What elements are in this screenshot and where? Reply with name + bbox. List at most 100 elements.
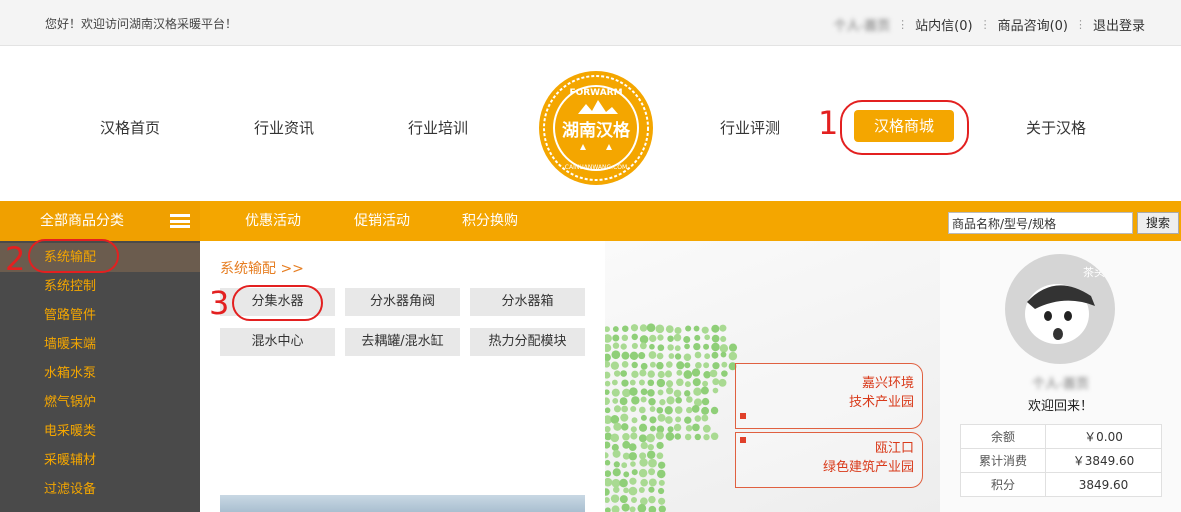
panel-title[interactable]: 系统输配 >> <box>220 258 304 278</box>
callout-jiaxing-line1: 嘉兴环境 <box>861 376 914 391</box>
map-dot <box>605 360 611 368</box>
sidebar-item-filters[interactable]: 过滤设备 <box>0 475 200 504</box>
map-dot <box>711 351 719 359</box>
callout-jiaxing[interactable]: 嘉兴环境 技术产业园 <box>735 363 923 429</box>
sidebar-item-pumps[interactable]: 水箱水泵 <box>0 359 200 388</box>
map-banner[interactable]: 嘉兴环境 技术产业园 瓯江口 绿色建筑产业园 <box>605 241 940 512</box>
map-dot <box>621 379 629 387</box>
map-dot <box>629 477 637 485</box>
avatar-label: 茶头猫 <box>1083 266 1115 279</box>
map-dot <box>605 389 610 395</box>
map-dot <box>639 452 647 460</box>
map-dot <box>693 342 701 351</box>
user-link[interactable]: 个人-首页 <box>833 15 890 34</box>
map-dot <box>673 423 682 432</box>
map-dot <box>668 353 675 359</box>
map-dot <box>692 378 701 387</box>
map-dot <box>728 351 738 361</box>
map-dot <box>657 487 665 495</box>
map-dot <box>637 503 647 512</box>
annotation-ring-2 <box>28 239 119 273</box>
map-dot <box>656 452 664 460</box>
tag-manifold-valve[interactable]: 分水器角阀 <box>345 288 460 316</box>
map-dot <box>646 433 655 443</box>
total-spent-value: ￥3849.60 <box>1045 448 1162 473</box>
map-dot <box>621 360 629 368</box>
map-dot <box>666 396 675 405</box>
user-name[interactable]: 个人-首页 <box>940 373 1181 392</box>
consult-link[interactable]: 商品咨询(0) <box>998 15 1068 34</box>
map-dot <box>640 388 648 396</box>
search-button[interactable]: 搜索 <box>1137 212 1179 234</box>
map-dot <box>605 452 609 459</box>
map-dot <box>621 334 629 342</box>
map-dot <box>657 334 664 341</box>
map-dot <box>631 417 638 424</box>
logout-link[interactable]: 退出登录 <box>1093 15 1145 34</box>
map-dot <box>640 362 648 370</box>
map-dot <box>720 335 727 343</box>
map-dot <box>605 497 610 503</box>
logo-top-text: FORWARM <box>569 88 622 98</box>
map-dot <box>649 343 655 350</box>
nav-review[interactable]: 行业评测 <box>720 117 780 138</box>
map-dot <box>620 413 629 422</box>
sidebar-item-materials[interactable]: 采暖辅材 <box>0 446 200 475</box>
map-dot <box>605 397 610 405</box>
tag-decoupling-tank[interactable]: 去耦罐/混水缸 <box>345 328 460 356</box>
map-dot <box>684 362 691 369</box>
menu-promo[interactable]: 促销活动 <box>354 201 410 241</box>
nav-about[interactable]: 关于汉格 <box>1026 117 1086 138</box>
map-marker <box>740 437 746 443</box>
map-dot <box>631 342 638 349</box>
map-dot <box>628 486 638 496</box>
sidebar-item-electric[interactable]: 电采暖类 <box>0 417 200 446</box>
search-input[interactable] <box>948 212 1133 234</box>
map-dot <box>619 478 628 488</box>
map-dot <box>648 398 656 406</box>
map-dot <box>719 344 729 353</box>
map-dot <box>605 459 611 466</box>
nav-training[interactable]: 行业培训 <box>408 117 468 138</box>
map-dot <box>709 369 718 378</box>
avatar[interactable]: 茶头猫 <box>1005 254 1115 364</box>
map-dot <box>648 351 657 359</box>
map-dot <box>638 423 648 432</box>
sidebar-item-wall-heating[interactable]: 墙暖末端 <box>0 330 200 359</box>
map-dot <box>664 370 673 378</box>
tag-mixing-center[interactable]: 混水中心 <box>220 328 335 356</box>
menu-discount[interactable]: 优惠活动 <box>245 201 301 241</box>
sidebar-item-boilers[interactable]: 燃气锅炉 <box>0 388 200 417</box>
tag-heat-module[interactable]: 热力分配模块 <box>470 328 585 356</box>
nav-mall-button[interactable]: 汉格商城 <box>854 110 954 142</box>
map-dot <box>610 433 620 443</box>
map-dot <box>611 388 620 397</box>
callout-jiaxing-line2: 技术产业园 <box>848 395 914 410</box>
map-dot <box>704 353 711 360</box>
map-dot <box>702 380 709 387</box>
map-dot <box>674 326 682 334</box>
banner-image[interactable] <box>220 495 585 512</box>
map-dot <box>691 368 701 377</box>
map-dot <box>629 379 636 386</box>
map-dot <box>646 323 656 332</box>
sidebar-item-pipes[interactable]: 管路管件 <box>0 301 200 330</box>
map-dot <box>620 343 627 350</box>
nav-news[interactable]: 行业资讯 <box>254 117 314 138</box>
logo[interactable]: FORWARM 湖南汉格 CAINUANWANG.COM <box>538 70 654 186</box>
callout-oujiangkou[interactable]: 瓯江口 绿色建筑产业园 <box>735 432 923 488</box>
all-categories[interactable]: 全部商品分类 <box>0 201 200 241</box>
sidebar-item-control[interactable]: 系统控制 <box>0 272 200 301</box>
menu-points[interactable]: 积分换购 <box>462 201 518 241</box>
map-dot <box>605 441 611 449</box>
map-dot <box>719 324 727 332</box>
inbox-link[interactable]: 站内信(0) <box>915 15 972 34</box>
map-dot <box>630 426 637 433</box>
map-dot <box>649 406 656 412</box>
map-dot <box>639 342 647 350</box>
tag-manifold-box[interactable]: 分水器箱 <box>470 288 585 316</box>
menu-icon[interactable] <box>170 214 190 228</box>
map-dot <box>648 468 656 476</box>
map-dot <box>621 503 630 512</box>
nav-home[interactable]: 汉格首页 <box>100 117 160 138</box>
